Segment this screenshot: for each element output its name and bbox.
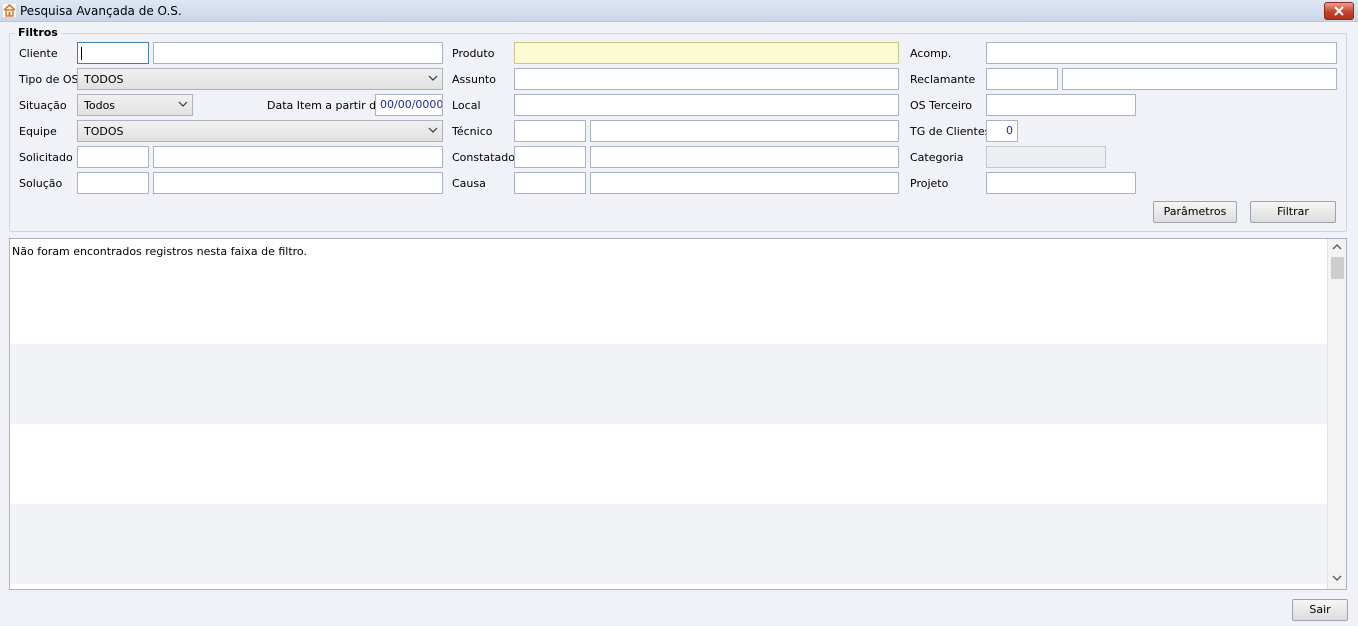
local-input[interactable] bbox=[514, 94, 899, 116]
cliente-label: Cliente bbox=[19, 47, 58, 60]
chevron-down-icon bbox=[428, 75, 438, 81]
os-terceiro-input[interactable] bbox=[986, 94, 1136, 116]
grid-row bbox=[10, 344, 1327, 424]
projeto-label: Projeto bbox=[910, 177, 949, 190]
solucao-name-input[interactable] bbox=[153, 172, 443, 194]
tg-clientes-input[interactable]: 0 bbox=[986, 120, 1018, 142]
results-grid[interactable]: Não foram encontrados registros nesta fa… bbox=[9, 238, 1347, 590]
scroll-up-icon[interactable] bbox=[1332, 243, 1342, 250]
assunto-label: Assunto bbox=[452, 73, 496, 86]
solicitado-label: Solicitado bbox=[19, 151, 73, 164]
assunto-input[interactable] bbox=[514, 68, 899, 90]
tipo-os-value: TODOS bbox=[84, 73, 124, 86]
constatado-code-input[interactable] bbox=[514, 146, 586, 168]
causa-label: Causa bbox=[452, 177, 486, 190]
tecnico-label: Técnico bbox=[452, 125, 493, 138]
equipe-label: Equipe bbox=[19, 125, 57, 138]
cliente-code-input[interactable] bbox=[77, 42, 149, 64]
projeto-input[interactable] bbox=[986, 172, 1136, 194]
app-house-icon bbox=[3, 4, 16, 17]
sair-button[interactable]: Sair bbox=[1292, 599, 1348, 621]
categoria-label: Categoria bbox=[910, 151, 964, 164]
reclamante-label: Reclamante bbox=[910, 73, 976, 86]
filters-legend: Filtros bbox=[15, 26, 61, 39]
reclamante-name-input[interactable] bbox=[1062, 68, 1337, 90]
situacao-label: Situação bbox=[19, 99, 67, 112]
vertical-scrollbar[interactable] bbox=[1327, 239, 1346, 589]
acomp-label: Acomp. bbox=[910, 47, 952, 60]
grid-row bbox=[10, 504, 1327, 584]
constatado-label: Constatado bbox=[452, 151, 515, 164]
data-item-label: Data Item a partir de bbox=[267, 99, 383, 112]
tecnico-name-input[interactable] bbox=[590, 120, 899, 142]
scroll-thumb[interactable] bbox=[1331, 257, 1344, 279]
produto-input[interactable] bbox=[514, 42, 899, 64]
local-label: Local bbox=[452, 99, 481, 112]
parametros-button[interactable]: Parâmetros bbox=[1153, 201, 1237, 223]
equipe-value: TODOS bbox=[84, 125, 124, 138]
close-icon bbox=[1334, 6, 1344, 16]
os-terceiro-label: OS Terceiro bbox=[910, 99, 972, 112]
constatado-name-input[interactable] bbox=[590, 146, 899, 168]
data-item-input[interactable]: 00/00/0000 bbox=[375, 94, 443, 116]
tipo-os-label: Tipo de OS bbox=[19, 73, 79, 86]
situacao-value: Todos bbox=[84, 99, 116, 112]
solicitado-code-input[interactable] bbox=[77, 146, 149, 168]
reclamante-code-input[interactable] bbox=[986, 68, 1058, 90]
title-bar: Pesquisa Avançada de O.S. bbox=[0, 0, 1358, 22]
causa-code-input[interactable] bbox=[514, 172, 586, 194]
window-title: Pesquisa Avançada de O.S. bbox=[20, 4, 182, 18]
cliente-name-input[interactable] bbox=[153, 42, 443, 64]
causa-name-input[interactable] bbox=[590, 172, 899, 194]
solucao-code-input[interactable] bbox=[77, 172, 149, 194]
tg-clientes-label: TG de Clientes bbox=[910, 125, 991, 138]
tipo-os-select[interactable]: TODOS bbox=[77, 68, 443, 90]
produto-label: Produto bbox=[452, 47, 495, 60]
equipe-select[interactable]: TODOS bbox=[77, 120, 443, 142]
chevron-down-icon bbox=[178, 101, 188, 107]
acomp-input[interactable] bbox=[986, 42, 1337, 64]
chevron-down-icon bbox=[428, 127, 438, 133]
categoria-input bbox=[986, 146, 1106, 168]
grid-row bbox=[10, 424, 1327, 504]
scroll-down-icon[interactable] bbox=[1332, 575, 1342, 582]
solicitado-name-input[interactable] bbox=[153, 146, 443, 168]
text-caret bbox=[81, 47, 82, 60]
tecnico-code-input[interactable] bbox=[514, 120, 586, 142]
filtrar-button[interactable]: Filtrar bbox=[1250, 201, 1336, 223]
situacao-select[interactable]: Todos bbox=[77, 94, 193, 116]
close-button[interactable] bbox=[1324, 2, 1354, 20]
solucao-label: Solução bbox=[19, 177, 63, 190]
empty-results-message: Não foram encontrados registros nesta fa… bbox=[12, 245, 307, 258]
